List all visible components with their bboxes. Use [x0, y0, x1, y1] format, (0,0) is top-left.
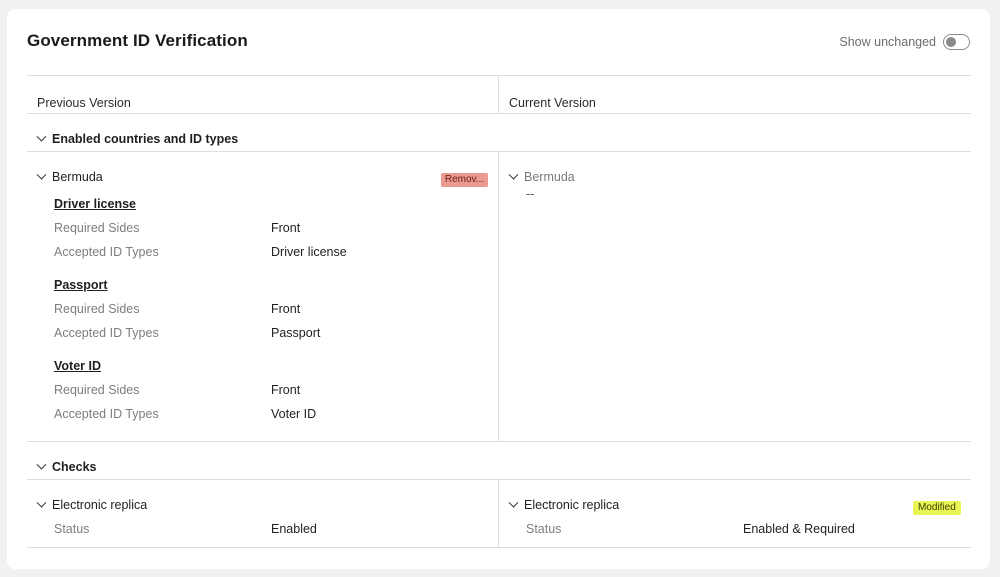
field-label: Accepted ID Types: [54, 407, 159, 421]
field-label: Accepted ID Types: [54, 245, 159, 259]
id-type-heading: Passport: [54, 278, 108, 292]
chevron-down-icon: [36, 459, 47, 470]
current-country-toggle[interactable]: Bermuda: [508, 169, 575, 184]
show-unchanged-toggle[interactable]: [943, 34, 970, 50]
section-countries-toggle[interactable]: Enabled countries and ID types: [36, 131, 239, 146]
id-type-heading: Driver license: [54, 197, 136, 211]
field-label: Status: [526, 522, 562, 536]
previous-version-header: Previous Version: [37, 96, 131, 110]
field-label: Required Sides: [54, 302, 140, 316]
field-value: Front: [271, 221, 301, 235]
previous-check-toggle[interactable]: Electronic replica: [36, 497, 148, 512]
field-value: Driver license: [271, 245, 347, 259]
section-title: Enabled countries and ID types: [52, 132, 239, 146]
page-title: Government ID Verification: [27, 31, 248, 50]
field-label: Status: [54, 522, 90, 536]
column-divider: [498, 479, 499, 547]
check-name: Electronic replica: [524, 498, 620, 512]
diff-card: Government ID Verification Show unchange…: [7, 9, 990, 569]
show-unchanged-label: Show unchanged: [839, 35, 936, 49]
divider: [27, 547, 971, 548]
chevron-down-icon: [36, 131, 47, 142]
field-value: Voter ID: [271, 407, 317, 421]
chevron-down-icon: [508, 497, 519, 508]
previous-country-toggle[interactable]: Bermuda: [36, 169, 103, 184]
country-name: Bermuda: [52, 170, 103, 184]
field-label: Required Sides: [54, 221, 140, 235]
id-type-heading: Voter ID: [54, 359, 101, 373]
field-value: Enabled: [271, 522, 317, 536]
divider: [27, 479, 971, 480]
chevron-down-icon: [36, 169, 47, 180]
field-label: Accepted ID Types: [54, 326, 159, 340]
field-value: Passport: [271, 326, 321, 340]
current-check-toggle[interactable]: Electronic replica: [508, 497, 620, 512]
divider: [27, 113, 971, 114]
divider: [27, 151, 971, 152]
show-unchanged-control: Show unchanged: [839, 34, 970, 50]
section-checks-toggle[interactable]: Checks: [36, 459, 97, 474]
field-value: Enabled & Required: [743, 522, 855, 536]
modified-badge: Modified: [913, 501, 961, 515]
field-value: Front: [271, 383, 301, 397]
column-divider: [498, 75, 499, 113]
divider: [27, 75, 971, 76]
chevron-down-icon: [508, 169, 519, 180]
check-name: Electronic replica: [52, 498, 148, 512]
field-label: Required Sides: [54, 383, 140, 397]
field-value: Front: [271, 302, 301, 316]
section-title: Checks: [52, 460, 97, 474]
column-divider: [498, 151, 499, 441]
chevron-down-icon: [36, 497, 47, 508]
removed-badge: Remov...: [441, 173, 488, 187]
country-name: Bermuda: [524, 170, 575, 184]
divider: [27, 441, 971, 442]
empty-value: --: [526, 187, 535, 201]
current-version-header: Current Version: [509, 96, 596, 110]
